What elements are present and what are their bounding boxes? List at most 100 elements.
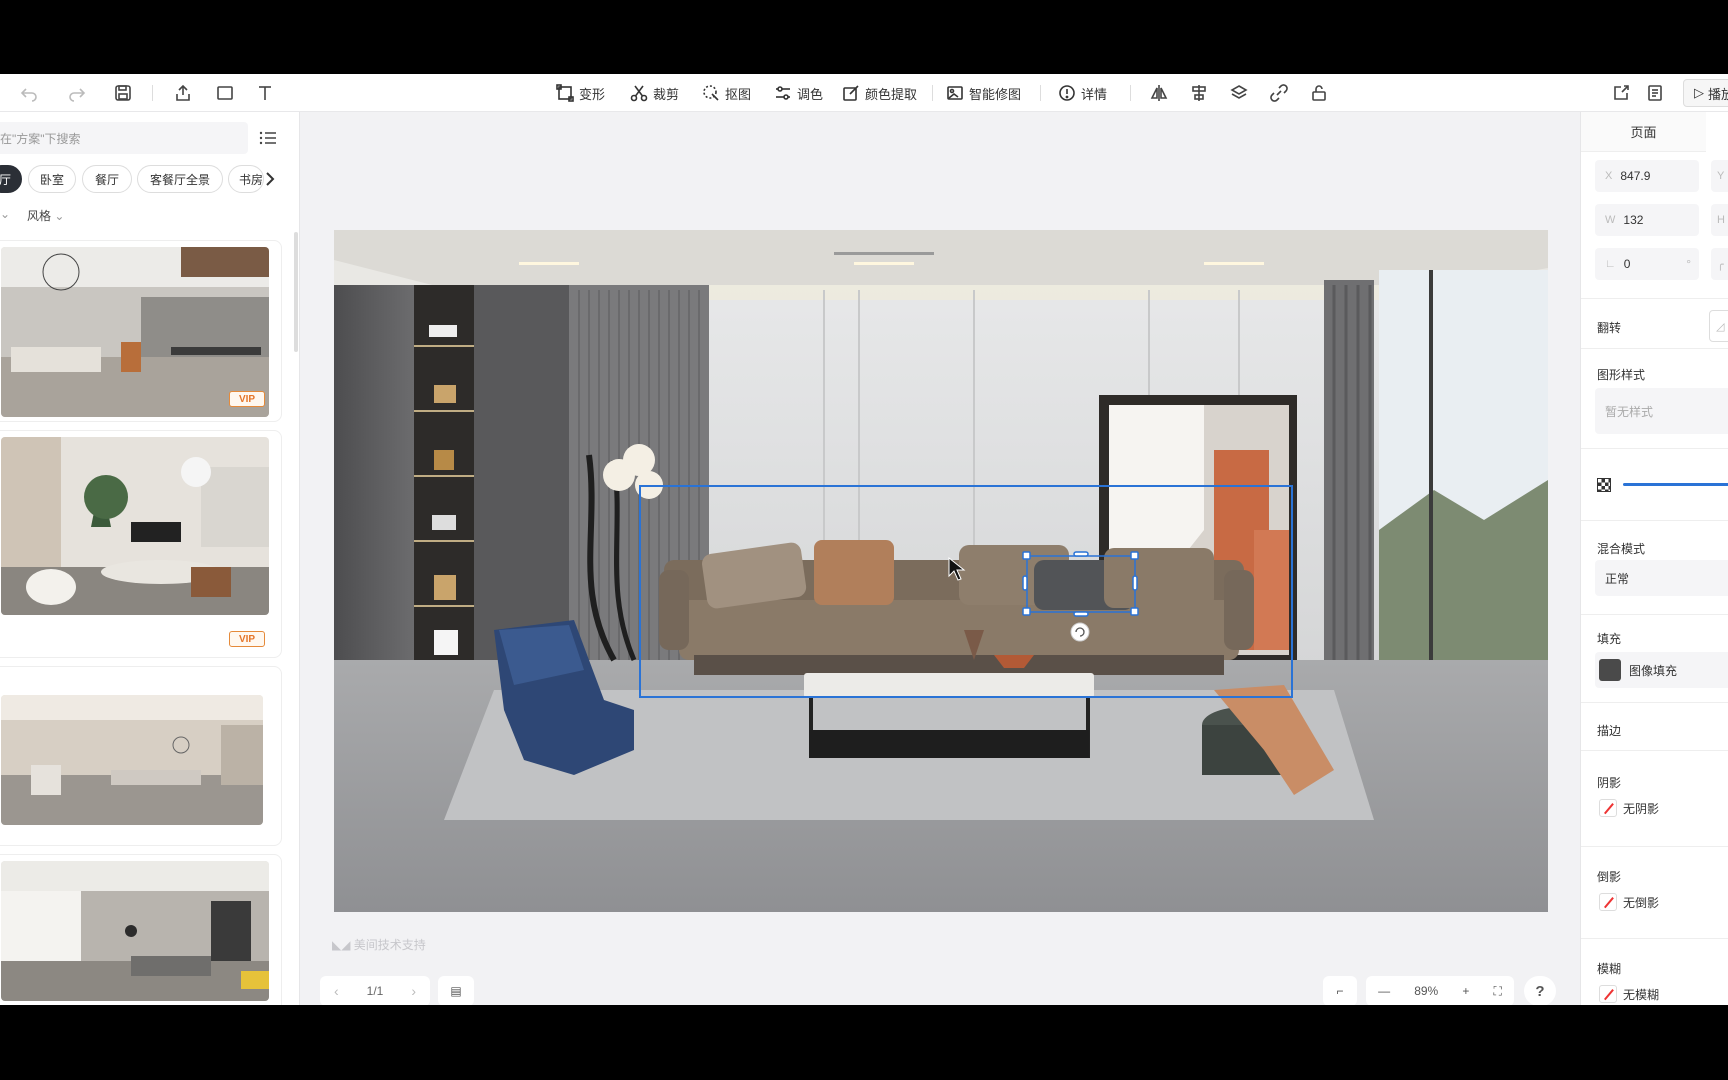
- color-extract-label: 颜色提取: [865, 86, 918, 102]
- vip-label: VIP: [238, 393, 256, 405]
- properties-panel: 页面 X 847.9 Y W 132 H ∟ 0 ° ╭ 翻转 ◿ 图形样式 暂无样式…: [1580, 112, 1728, 1005]
- scheme-card[interactable]: [0, 854, 282, 1005]
- toolbar-divider: [152, 85, 153, 101]
- radius-field[interactable]: ╭: [1711, 248, 1728, 280]
- divider: [1581, 348, 1728, 349]
- vip-badge: VIP: [229, 391, 265, 407]
- cutout-label: 抠图: [725, 86, 752, 102]
- adjust-icon: [776, 86, 790, 100]
- left-panel: 在"方案"下搜索 厅 卧室 餐厅 客餐厅全景 书房 ⌄ 风格 ⌄ VIP VIP: [0, 112, 300, 1005]
- watermark-text: 美间技术支持: [353, 938, 426, 952]
- rotation-field[interactable]: ∟ 0 °: [1595, 248, 1699, 280]
- smart-retouch-tool[interactable]: 智能修图: [946, 81, 1021, 105]
- chip-label: 餐厅: [94, 172, 119, 187]
- fill-value: 图像填充: [1629, 663, 1678, 678]
- y-field[interactable]: Y: [1711, 160, 1728, 192]
- text-icon[interactable]: [252, 80, 278, 106]
- filter-style[interactable]: 风格 ⌄: [27, 207, 64, 224]
- reflection-select[interactable]: 无倒影: [1595, 886, 1728, 918]
- play-button[interactable]: ▷ 播放: [1683, 79, 1728, 107]
- design-canvas[interactable]: ◣◢ 美间技术支持 ‹ 1/1 › ▤ ⌐ — 89% + ⛶ ?: [300, 112, 1580, 1005]
- save-icon[interactable]: [110, 80, 136, 106]
- scheme-thumbnail: [1, 437, 269, 615]
- scissors-icon: [630, 85, 648, 102]
- redo-icon[interactable]: [64, 80, 90, 106]
- chip-bedroom[interactable]: 卧室: [28, 165, 76, 193]
- search-placeholder: 在"方案"下搜索: [0, 131, 81, 146]
- blur-select[interactable]: 无模糊: [1595, 978, 1728, 1005]
- opacity-slider[interactable]: [1623, 483, 1728, 486]
- color-extract-tool[interactable]: 颜色提取: [842, 81, 917, 105]
- chevron-right-icon[interactable]: [262, 170, 278, 188]
- filter-label: 风格: [27, 209, 52, 223]
- scheme-card[interactable]: VIP: [0, 430, 282, 658]
- chip-dining[interactable]: 餐厅: [82, 165, 132, 193]
- scheme-card[interactable]: VIP: [0, 240, 282, 422]
- scrollbar-thumb[interactable]: [294, 232, 298, 352]
- scheme-thumbnail: [1, 861, 269, 1001]
- page-navigator: ‹ 1/1 ›: [320, 976, 430, 1005]
- tab-page-label: 页面: [1630, 125, 1657, 140]
- w-label: W: [1605, 214, 1616, 226]
- adjust-color-tool[interactable]: 调色: [774, 81, 823, 105]
- no-blur-icon: [1599, 985, 1617, 1003]
- details-tool[interactable]: 详情: [1058, 81, 1107, 105]
- height-field[interactable]: H: [1711, 204, 1728, 236]
- app-window: 变形 裁剪 抠图 调色 颜色提取 智能修图 详情 ▷ 播放 在"方案"下搜索 厅…: [0, 74, 1728, 1005]
- adjust-color-label: 调色: [797, 86, 824, 102]
- search-input[interactable]: 在"方案"下搜索: [0, 122, 248, 154]
- next-page-icon[interactable]: ›: [411, 983, 416, 999]
- interior-scene-image[interactable]: [334, 230, 1548, 912]
- undo-icon[interactable]: [16, 80, 42, 106]
- tab-page[interactable]: 页面: [1581, 112, 1706, 152]
- play-icon: ▷: [1694, 85, 1704, 100]
- list-view-icon[interactable]: [258, 128, 278, 148]
- x-field[interactable]: X 847.9: [1595, 160, 1699, 192]
- flip-button[interactable]: ◿: [1709, 310, 1728, 342]
- details-label: 详情: [1081, 86, 1108, 102]
- divider: [1581, 750, 1728, 751]
- prev-page-icon[interactable]: ‹: [334, 983, 339, 999]
- scheme-card[interactable]: [0, 666, 282, 846]
- width-field[interactable]: W 132: [1595, 204, 1699, 236]
- shadow-select[interactable]: 无阴影: [1595, 792, 1728, 824]
- zoom-in-icon[interactable]: +: [1462, 984, 1469, 998]
- chip-panorama[interactable]: 客餐厅全景: [137, 165, 223, 193]
- layers-icon[interactable]: [1226, 80, 1252, 106]
- rectangle-icon[interactable]: [212, 80, 238, 106]
- cutout-tool[interactable]: 抠图: [702, 81, 751, 105]
- transform-tool[interactable]: 变形: [556, 81, 605, 105]
- shadow-label: 阴影: [1597, 776, 1622, 790]
- flip-icon[interactable]: [1146, 80, 1172, 106]
- shape-style-box[interactable]: 暂无样式: [1595, 388, 1728, 434]
- crop-tool[interactable]: 裁剪: [630, 81, 679, 105]
- link-icon[interactable]: [1266, 80, 1292, 106]
- watermark-icon: ◣◢: [332, 938, 354, 952]
- cutout-icon: [703, 85, 719, 101]
- export-icon[interactable]: [170, 80, 196, 106]
- fill-select[interactable]: 图像填充 10: [1595, 652, 1728, 688]
- page-indicator: 1/1: [366, 984, 384, 998]
- align-icon[interactable]: [1186, 80, 1212, 106]
- chip-study[interactable]: 书房: [228, 165, 264, 193]
- h-label: H: [1717, 214, 1725, 226]
- blend-mode-select[interactable]: 正常: [1595, 560, 1728, 596]
- transform-label: 变形: [579, 86, 606, 102]
- page-manager-icon: ▤: [450, 984, 462, 998]
- unlock-icon[interactable]: [1306, 80, 1332, 106]
- share-icon[interactable]: [1608, 80, 1634, 106]
- chip-living-room[interactable]: 厅: [0, 165, 22, 193]
- filter-space[interactable]: ⌄: [0, 207, 10, 221]
- fullscreen-icon[interactable]: ⛶: [1493, 984, 1501, 999]
- zoom-control: — 89% + ⛶: [1366, 976, 1514, 1005]
- x-label: X: [1605, 170, 1613, 182]
- page-manager-button[interactable]: ▤: [438, 976, 474, 1005]
- ruler-button[interactable]: ⌐: [1323, 976, 1357, 1005]
- toolbar-divider: [1040, 85, 1041, 101]
- help-button[interactable]: ?: [1524, 976, 1556, 1005]
- divider: [1581, 520, 1728, 521]
- zoom-out-icon[interactable]: —: [1378, 984, 1390, 998]
- reflection-label: 倒影: [1597, 870, 1622, 884]
- play-label: 播放: [1708, 86, 1728, 102]
- document-icon[interactable]: [1642, 80, 1668, 106]
